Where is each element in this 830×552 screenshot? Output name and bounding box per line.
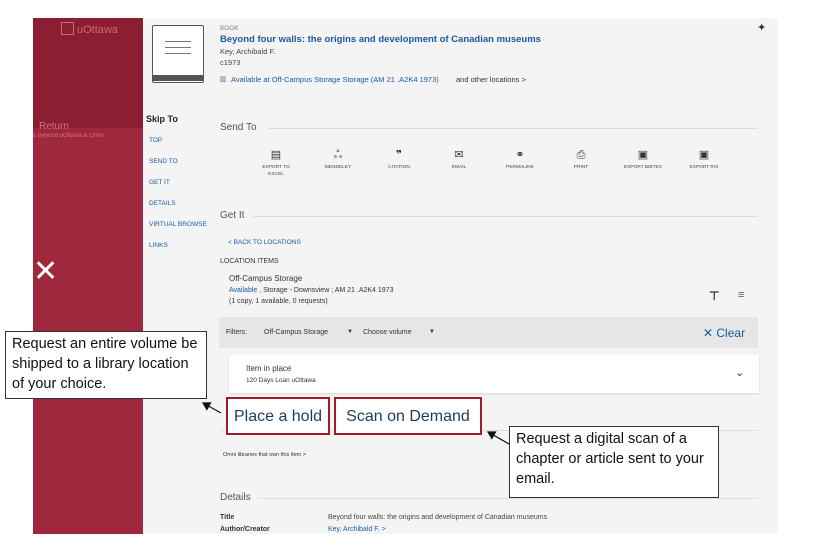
quote-icon: ❞ bbox=[396, 149, 402, 161]
skip-link-virtual-browse[interactable]: VIRTUAL BROWSE bbox=[149, 221, 207, 228]
bibtex-icon: ▣ bbox=[637, 149, 649, 161]
place-hold-button[interactable]: Place a hold bbox=[226, 397, 330, 435]
link-icon: ⚭ bbox=[515, 149, 525, 161]
export-bibtex-button[interactable]: ▣ EXPORT BIBTEX bbox=[621, 148, 665, 171]
item-card[interactable]: Item in place 120 Days Loan uOttawa ⌄ bbox=[229, 355, 759, 393]
skip-link-links[interactable]: LINKS bbox=[149, 242, 168, 249]
detail-title-value: Beyond four walls: the origins and devel… bbox=[328, 514, 548, 521]
record-type: BOOK bbox=[220, 26, 239, 32]
pin-icon[interactable]: ✦ bbox=[757, 21, 766, 34]
mendeley-button[interactable]: ஃ MENDELEY bbox=[316, 148, 360, 171]
clear-button[interactable]: ✕ Clear bbox=[703, 326, 745, 340]
faded-return-text: Return bbox=[39, 121, 70, 132]
other-locations-link[interactable]: and other locations > bbox=[456, 75, 526, 84]
left-panel-header: uOttawa bbox=[33, 18, 143, 128]
detail-title-label: Title bbox=[220, 514, 235, 521]
skip-to-title: Skip To bbox=[146, 114, 178, 124]
location-items-label: LOCATION ITEMS bbox=[220, 258, 279, 265]
book-spine bbox=[152, 75, 204, 81]
volume-filter-select[interactable]: Choose volume bbox=[363, 329, 412, 336]
back-to-locations-link[interactable]: < BACK TO LOCATIONS bbox=[228, 239, 301, 246]
action-label: EXPORT BIBTEX bbox=[624, 165, 662, 170]
availability-link[interactable]: Available at Off-Campus Storage Storage … bbox=[231, 75, 439, 84]
university-logo-icon bbox=[61, 22, 74, 35]
action-label: EMAIL bbox=[451, 165, 467, 170]
divider bbox=[268, 128, 758, 129]
export-excel-button[interactable]: ▤ EXPORT TO EXCEL bbox=[254, 148, 298, 178]
action-label: MENDELEY bbox=[324, 165, 352, 170]
print-icon: ⎙ bbox=[576, 149, 586, 161]
chevron-down-icon[interactable]: ⌄ bbox=[735, 366, 744, 379]
omni-libraries-link[interactable]: Omni libraries that own this item > bbox=[223, 452, 306, 458]
caret-down-icon[interactable]: ▼ bbox=[347, 329, 353, 335]
skip-link-details[interactable]: DETAILS bbox=[149, 200, 176, 207]
scan-on-demand-button[interactable]: Scan on Demand bbox=[334, 397, 482, 435]
available-status: Available bbox=[229, 287, 258, 294]
callout-scan-on-demand: Request a digital scan of a chapter or a… bbox=[509, 426, 719, 498]
filters-label: Filters: bbox=[226, 329, 247, 336]
sort-icon[interactable]: ≡ bbox=[738, 289, 744, 301]
get-it-heading: Get It bbox=[220, 210, 245, 221]
print-button[interactable]: ⎙ PRINT bbox=[559, 148, 603, 171]
copy-count: (1 copy, 1 available, 0 requests) bbox=[229, 298, 328, 305]
item-status: Item in place bbox=[246, 364, 292, 373]
record-date: c1973 bbox=[220, 58, 241, 67]
ris-icon: ▣ bbox=[698, 149, 710, 161]
divider bbox=[258, 498, 758, 499]
detail-author-link[interactable]: Key, Archibald F. > bbox=[328, 526, 386, 533]
location-name: Off-Campus Storage bbox=[229, 274, 303, 283]
faded-scope-text: s Beyond uOttawa & Omni bbox=[33, 133, 104, 139]
action-label: PRINT bbox=[573, 165, 589, 170]
clear-filter-icon[interactable]: ⊤ bbox=[709, 289, 719, 303]
item-policy: 120 Days Loan uOttawa bbox=[246, 377, 316, 384]
record-title[interactable]: Beyond four walls: the origins and devel… bbox=[220, 34, 541, 45]
detail-author-label: Author/Creator bbox=[220, 526, 270, 533]
action-label: EXPORT RIS bbox=[689, 165, 719, 170]
divider bbox=[253, 216, 758, 217]
record-author: Key, Archibald F. bbox=[220, 47, 276, 56]
close-icon[interactable]: ✕ bbox=[33, 257, 58, 287]
filter-bar: Filters: Off-Campus Storage ▼ Choose vol… bbox=[219, 317, 758, 348]
details-heading: Details bbox=[220, 492, 251, 503]
caret-down-icon[interactable]: ▼ bbox=[429, 329, 435, 335]
send-to-heading: Send To bbox=[220, 122, 257, 133]
location-filter-select[interactable]: Off-Campus Storage bbox=[264, 329, 328, 336]
excel-icon: ▤ bbox=[270, 149, 282, 161]
permalink-button[interactable]: ⚭ PERMALINK bbox=[498, 148, 542, 171]
action-label: EXPORT TO EXCEL bbox=[262, 165, 290, 177]
export-ris-button[interactable]: ▣ EXPORT RIS bbox=[682, 148, 726, 171]
skip-link-top[interactable]: TOP bbox=[149, 137, 162, 144]
location-status: Available , Storage - Downsview ; AM 21 … bbox=[229, 287, 393, 294]
skip-link-get-it[interactable]: GET IT bbox=[149, 179, 170, 186]
callout-place-hold: Request an entire volume be shipped to a… bbox=[5, 331, 207, 399]
screenshot: uOttawa Return s Beyond uOttawa & Omni ✕… bbox=[0, 0, 830, 552]
action-label: CITATION bbox=[388, 165, 410, 170]
action-label: PERMALINK bbox=[506, 165, 534, 170]
email-icon: ✉ bbox=[454, 149, 464, 161]
left-overlay-panel: uOttawa Return s Beyond uOttawa & Omni ✕ bbox=[33, 18, 143, 534]
mendeley-icon: ஃ bbox=[333, 149, 343, 161]
skip-link-send-to[interactable]: SEND TO bbox=[149, 158, 178, 165]
university-logo-text: uOttawa bbox=[77, 24, 118, 36]
location-callnumber: , Storage - Downsview ; AM 21 .A2K4 1973 bbox=[257, 287, 394, 294]
email-button[interactable]: ✉ EMAIL bbox=[437, 148, 481, 171]
citation-button[interactable]: ❞ CITATION bbox=[377, 148, 421, 171]
availability-icon: ▥ bbox=[220, 76, 227, 83]
